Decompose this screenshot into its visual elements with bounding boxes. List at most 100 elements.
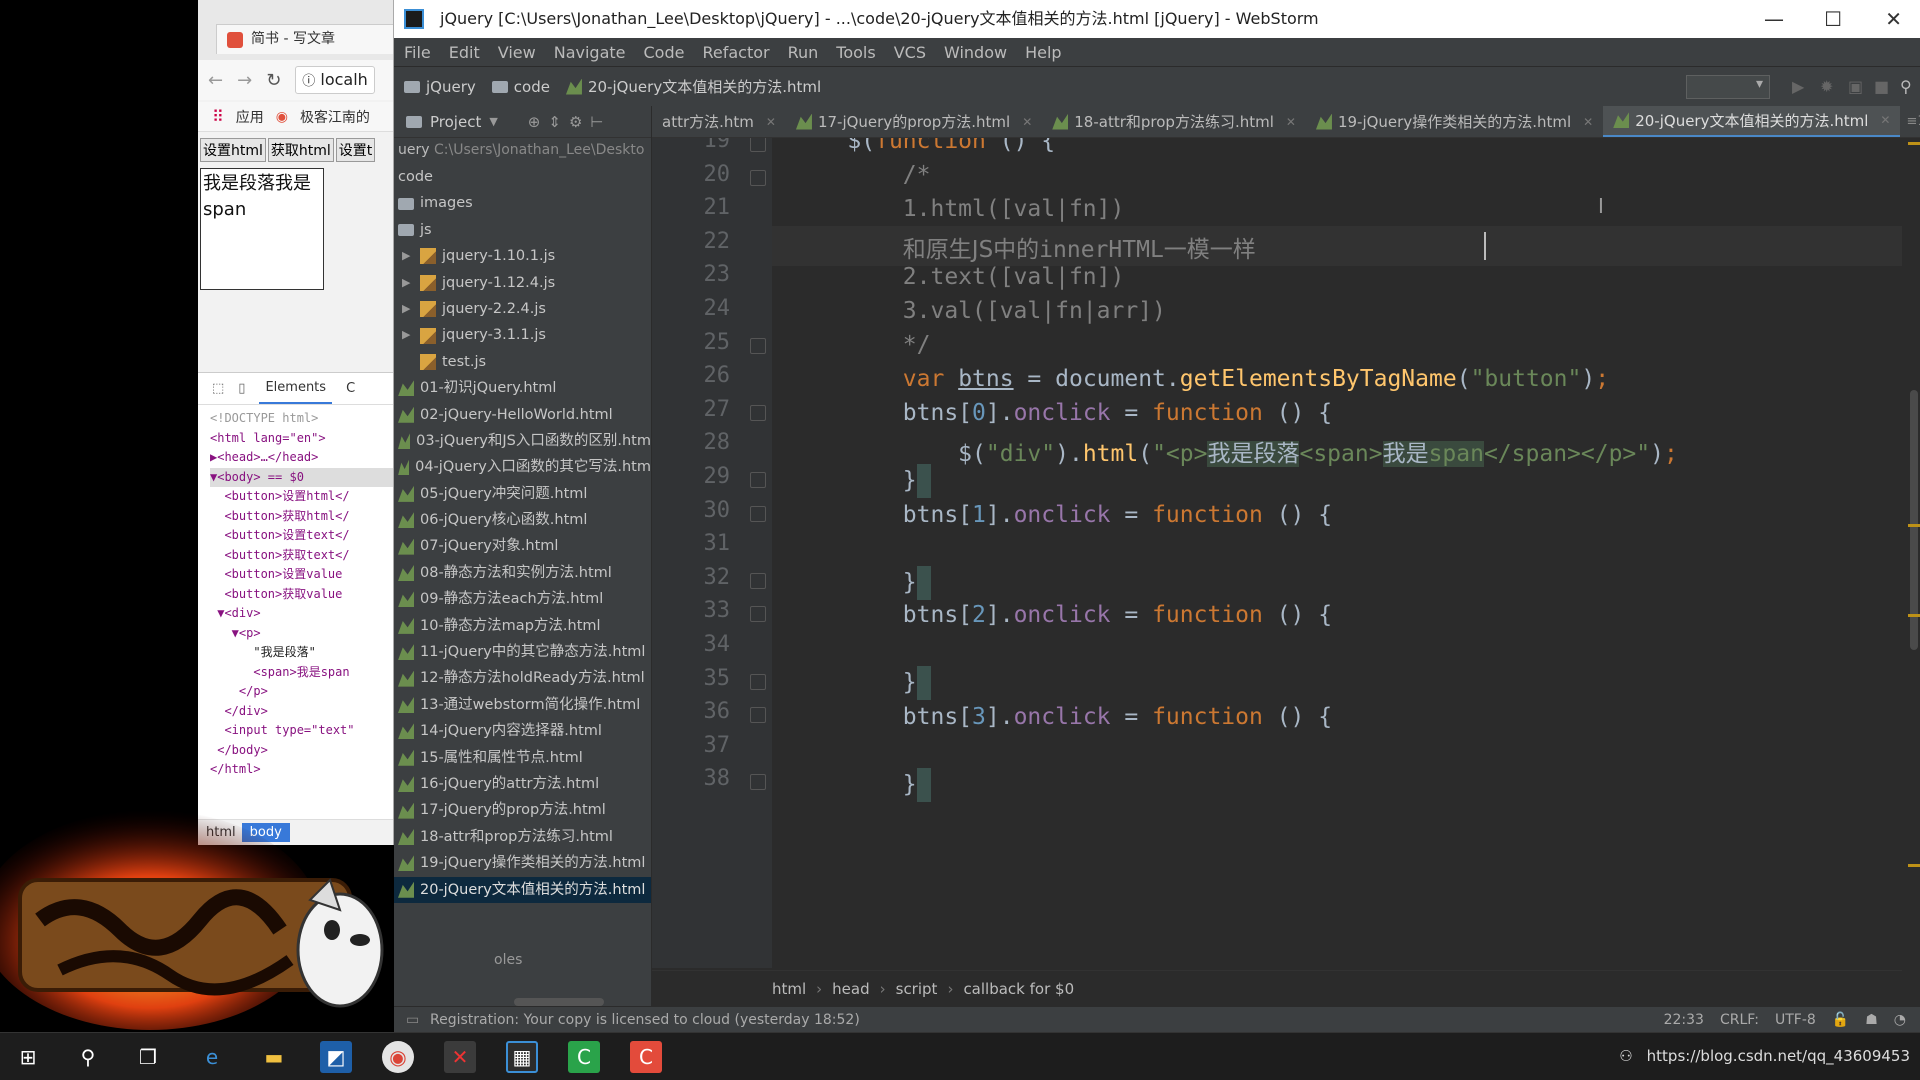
project-tree-item[interactable]: 06-jQuery核心函数.html	[394, 507, 651, 533]
close-tab-icon[interactable]: ✕	[1022, 115, 1032, 129]
project-tree-item[interactable]: 04-jQuery入口函数的其它写法.htm	[394, 454, 651, 480]
project-tree-item[interactable]: 12-静态方法holdReady方法.html	[394, 665, 651, 691]
dom-node[interactable]: <button>设置text</	[210, 526, 393, 546]
reload-icon[interactable]: ↻	[266, 70, 281, 91]
menu-code[interactable]: Code	[644, 43, 685, 62]
lock-icon[interactable]: 🔓	[1832, 1012, 1849, 1028]
dom-node[interactable]: <!DOCTYPE html>	[210, 409, 393, 429]
editor-tab[interactable]: 19-jQuery操作类相关的方法.html ✕	[1306, 106, 1603, 137]
project-tree-item[interactable]: ▶ jquery-3.1.1.js	[394, 322, 651, 348]
collapse-icon[interactable]: ⇕	[548, 113, 561, 131]
fold-marker-icon[interactable]	[750, 138, 766, 152]
address-bar[interactable]: ⓘ localh	[295, 66, 375, 94]
dom-node[interactable]: <span>我是span	[210, 663, 393, 683]
run-icon[interactable]: ▶	[1792, 77, 1810, 96]
scroll-thumb[interactable]	[1910, 390, 1918, 650]
fold-marker-icon[interactable]	[750, 505, 766, 522]
dom-node[interactable]: </html>	[210, 760, 393, 780]
bookmark-jike[interactable]: 极客江南的	[300, 107, 370, 127]
dom-node[interactable]: </div>	[210, 702, 393, 722]
project-tree-item[interactable]: 09-静态方法each方法.html	[394, 586, 651, 612]
close-tab-icon[interactable]: ✕	[1583, 115, 1593, 129]
project-tree-item[interactable]: 01-初识jQuery.html	[394, 375, 651, 401]
get-html-button[interactable]: 获取html	[267, 138, 334, 162]
fold-marker-icon[interactable]	[750, 606, 766, 623]
set-text-button[interactable]: 设置t	[335, 138, 376, 162]
dom-node[interactable]: <button>获取value	[210, 585, 393, 605]
project-tree-item[interactable]: 03-jQuery和JS入口函数的区别.htm	[394, 428, 651, 454]
camtasia-icon[interactable]: C	[568, 1041, 600, 1073]
fold-marker-icon[interactable]	[750, 472, 766, 488]
device-icon[interactable]: ▯	[238, 381, 245, 396]
menu-file[interactable]: File	[404, 43, 431, 62]
dom-node[interactable]: "我是段落"	[210, 643, 393, 663]
project-tree-item[interactable]: ▶ jquery-1.10.1.js	[394, 243, 651, 269]
dom-node[interactable]: </p>	[210, 682, 393, 702]
file-explorer-icon[interactable]: ▬	[258, 1041, 290, 1073]
apps-icon[interactable]: ⠿	[212, 107, 224, 126]
set-html-button[interactable]: 设置html	[200, 138, 266, 162]
windows-start-icon[interactable]: ⊞	[12, 1041, 44, 1073]
close-tab-icon[interactable]: ✕	[1286, 115, 1296, 129]
webstorm-taskbar-icon[interactable]: ▦	[506, 1041, 538, 1073]
fold-marker-icon[interactable]	[750, 673, 766, 690]
breadcrumb-callback[interactable]: callback for $0	[963, 980, 1074, 998]
nav-crumb-project[interactable]: jQuery	[404, 78, 476, 96]
project-tree-item[interactable]: test.js	[394, 349, 651, 375]
project-tree-item[interactable]: 20-jQuery文本值相关的方法.html	[394, 876, 651, 903]
warning-marker[interactable]	[1908, 142, 1920, 145]
coverage-icon[interactable]: ▣	[1848, 77, 1866, 96]
project-tree-item[interactable]: 11-jQuery中的其它静态方法.html	[394, 639, 651, 665]
expand-arrow-icon[interactable]: ▶	[402, 296, 414, 322]
menu-vcs[interactable]: VCS	[894, 43, 926, 62]
file-encoding[interactable]: UTF-8	[1775, 1012, 1816, 1028]
run-config-dropdown[interactable]	[1686, 75, 1770, 99]
tabs-overflow[interactable]: ≡1	[1900, 114, 1920, 129]
photoshop-icon[interactable]: ◩	[320, 1041, 352, 1073]
forward-icon[interactable]: →	[237, 70, 252, 91]
hector-icon[interactable]: ☗	[1865, 1012, 1878, 1028]
project-tree-item[interactable]: 18-attr和prop方法练习.html	[394, 824, 651, 850]
inspect-icon[interactable]: ⬚	[212, 381, 224, 396]
bookmark-apps[interactable]: 应用	[236, 107, 264, 127]
hide-panel-icon[interactable]: ⊢	[590, 113, 603, 131]
expand-arrow-icon[interactable]: ▶	[402, 270, 414, 296]
project-view-dropdown[interactable]: Project	[430, 113, 481, 131]
project-tree-item[interactable]: js	[394, 217, 651, 243]
menu-edit[interactable]: Edit	[449, 43, 480, 62]
breadcrumb-script[interactable]: script	[896, 980, 938, 998]
dom-node[interactable]: ▼<body> == $0	[210, 467, 393, 487]
sync-icon[interactable]: ⊕	[528, 113, 541, 131]
editor-tab[interactable]: 18-attr和prop方法练习.html ✕	[1042, 106, 1306, 137]
expand-arrow-icon[interactable]: ▶	[402, 322, 414, 348]
status-icon[interactable]: ▭	[406, 1012, 419, 1028]
project-tree-item[interactable]: 15-属性和属性节点.html	[394, 745, 651, 771]
tab-console[interactable]: C	[346, 381, 355, 396]
dom-tree[interactable]: <!DOCTYPE html> <html lang="en"> ▶<head>…<…	[198, 405, 393, 780]
line-separator[interactable]: CRLF:	[1720, 1012, 1759, 1028]
menu-tools[interactable]: Tools	[836, 43, 875, 62]
project-tree-item[interactable]: 10-静态方法map方法.html	[394, 613, 651, 639]
nav-crumb-file[interactable]: 20-jQuery文本值相关的方法.html	[565, 76, 821, 97]
warning-marker[interactable]	[1908, 864, 1920, 867]
project-tree-item[interactable]: 17-jQuery的prop方法.html	[394, 797, 651, 823]
dom-node[interactable]: <button>获取html</	[210, 507, 393, 527]
tab-elements[interactable]: Elements	[259, 373, 333, 404]
expand-arrow-icon[interactable]: ▶	[402, 243, 414, 269]
fold-marker-icon[interactable]	[750, 169, 766, 186]
minimize-icon[interactable]: —	[1764, 0, 1784, 38]
gear-icon[interactable]: ⚙	[569, 113, 582, 131]
fold-marker-icon[interactable]	[750, 404, 766, 421]
search-icon[interactable]: ⚲	[72, 1041, 104, 1073]
fold-marker-icon[interactable]	[750, 572, 766, 589]
recorder-icon[interactable]: C	[630, 1041, 662, 1073]
project-tree-item[interactable]: ▶ jquery-2.2.4.js	[394, 296, 651, 322]
project-tree-item[interactable]: code	[394, 164, 651, 190]
maximize-icon[interactable]: ☐	[1824, 0, 1842, 38]
dom-node[interactable]: ▶<head>…</head>	[210, 448, 393, 468]
person-icon[interactable]: ⚇	[1619, 1047, 1632, 1065]
chevron-down-icon[interactable]: ▼	[489, 115, 497, 128]
project-tree-item[interactable]: 13-通过webstorm简化操作.html	[394, 692, 651, 718]
back-icon[interactable]: ←	[208, 70, 223, 91]
project-tree-item[interactable]: 08-静态方法和实例方法.html	[394, 560, 651, 586]
